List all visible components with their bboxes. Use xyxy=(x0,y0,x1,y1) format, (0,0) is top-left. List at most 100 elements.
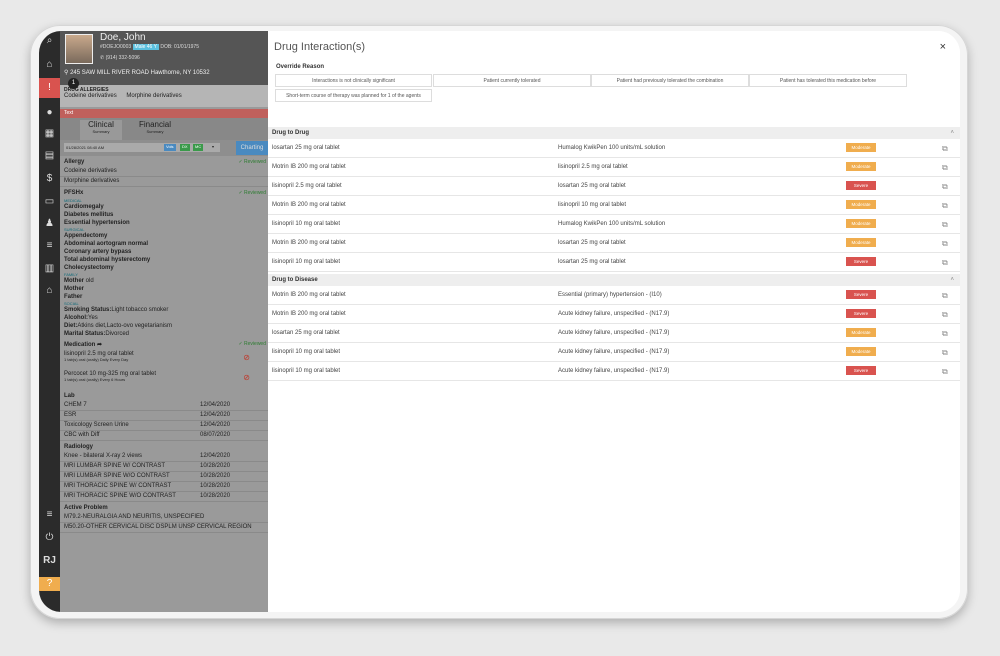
document-icon[interactable]: ▤ xyxy=(39,150,60,161)
copy-icon[interactable]: ⧉ xyxy=(942,291,948,301)
power-icon[interactable]: ⏻ xyxy=(39,532,60,543)
table-row[interactable]: MRI LUMBAR SPINE W/ CONTRAST 10/28/2020 xyxy=(60,462,268,472)
interaction-row[interactable]: lisinopril 10 mg oral tablet Humalog Kwik… xyxy=(268,215,960,234)
medication-reviewed[interactable]: ✓ Reviewed xyxy=(238,341,266,347)
user-icon[interactable]: ● xyxy=(39,107,60,118)
interaction-row[interactable]: Motrin IB 200 mg oral tablet lisinopril 1… xyxy=(268,196,960,215)
copy-icon[interactable]: ⧉ xyxy=(942,201,948,211)
discontinue-icon[interactable]: ⊘ xyxy=(243,353,250,362)
list-item: Father xyxy=(60,293,268,301)
vols-button[interactable]: Vols xyxy=(164,144,176,151)
collapse-icon[interactable]: ˄ xyxy=(950,127,954,139)
lab-date: 12/04/2020 xyxy=(200,402,231,408)
list-item: Diet:Atkins diet,Lacto-ovo vegetarianism xyxy=(60,322,268,330)
discontinue-icon[interactable]: ⊘ xyxy=(243,373,250,382)
dx-button[interactable]: DX xyxy=(180,144,190,151)
alert-icon[interactable]: ! xyxy=(39,78,60,98)
notification-badge: 1 xyxy=(68,78,79,89)
alert-bar[interactable]: Text xyxy=(60,109,268,118)
menu-icon[interactable]: ≡ xyxy=(39,509,60,520)
list-icon[interactable]: ≡ xyxy=(39,240,60,251)
table-row[interactable]: Knee - bilateral X-ray 2 views 12/04/2020 xyxy=(60,452,268,462)
help-icon[interactable]: ? xyxy=(39,577,60,591)
table-row[interactable]: CBC with Diff 08/07/2020 xyxy=(60,431,268,441)
patient-address: ⚲ 245 SAW MILL RIVER ROAD Hawthorne, NY … xyxy=(64,69,210,76)
mc-button[interactable]: MC xyxy=(193,144,204,151)
list-item: Marital Status:Divorced xyxy=(60,330,268,338)
user-initials[interactable]: RJ xyxy=(39,555,60,566)
calendar-icon[interactable]: ▦ xyxy=(39,128,60,139)
interaction-row[interactable]: Motrin IB 200 mg oral tablet Essential (p… xyxy=(268,286,960,305)
table-row[interactable]: Toxicology Screen Urine 12/04/2020 xyxy=(60,421,268,431)
share-icon[interactable]: ➦ xyxy=(95,342,102,348)
medication-item[interactable]: lisinopril 2.5 mg oral tablet 1 tab(s) or… xyxy=(60,350,268,370)
charting-button[interactable]: Charting xyxy=(236,141,268,155)
tab-financial-summary[interactable]: Financial Summary xyxy=(132,120,178,134)
list-item: Smoking Status:Light tobacco smoker xyxy=(60,306,268,314)
close-icon[interactable]: × xyxy=(940,41,946,53)
building-icon[interactable]: ⌂ xyxy=(39,285,60,296)
copy-icon[interactable]: ⧉ xyxy=(942,329,948,339)
interaction-row[interactable]: lisinopril 2.5 mg oral tablet losartan 25… xyxy=(268,177,960,196)
interaction-row[interactable]: lisinopril 10 mg oral tablet Acute kidney… xyxy=(268,343,960,362)
interaction-row[interactable]: losartan 25 mg oral tablet Humalog KwikPe… xyxy=(268,139,960,158)
tab-clinical-summary[interactable]: Clinical Summary xyxy=(80,120,122,140)
radiology-name: MRI LUMBAR SPINE W/O CONTRAST xyxy=(64,473,170,479)
tab-clinical-label: Clinical xyxy=(88,120,114,129)
copy-icon[interactable]: ⧉ xyxy=(942,310,948,320)
family-relation: Mother xyxy=(64,278,84,284)
copy-icon[interactable]: ⧉ xyxy=(942,220,948,230)
copy-icon[interactable]: ⧉ xyxy=(942,239,948,249)
copy-icon[interactable]: ⧉ xyxy=(942,367,948,377)
radiology-date: 10/28/2020 xyxy=(200,463,231,469)
person-icon[interactable]: ♟ xyxy=(39,218,60,229)
pfsh-section-title: PFSHx ✓ Reviewed xyxy=(60,187,268,198)
list-item: Diabetes mellitus xyxy=(64,212,114,218)
copy-icon[interactable]: ⧉ xyxy=(942,163,948,173)
family-relation: Father xyxy=(64,294,83,300)
override-option[interactable]: Short-term course of therapy was planned… xyxy=(275,89,432,102)
interaction-row[interactable]: Motrin IB 200 mg oral tablet losartan 25 … xyxy=(268,234,960,253)
override-option[interactable]: Interactions is not clinically significa… xyxy=(275,74,432,87)
pfsh-reviewed[interactable]: ✓ Reviewed xyxy=(238,190,266,196)
interaction-drug: lisinopril 10 mg oral tablet xyxy=(272,221,341,227)
list-item[interactable]: M79.2-NEURALGIA AND NEURITIS, UNSPECIFIE… xyxy=(60,513,268,523)
pfsh-title: PFSHx xyxy=(64,190,84,196)
copy-icon[interactable]: ⧉ xyxy=(942,348,948,358)
chat-icon[interactable]: ▭ xyxy=(39,196,60,207)
interaction-target: lisinopril 10 mg oral tablet xyxy=(558,202,627,208)
chevron-down-icon[interactable]: ▾ xyxy=(210,144,216,151)
search-icon[interactable]: ⌕ xyxy=(39,35,60,46)
copy-icon[interactable]: ⧉ xyxy=(942,182,948,192)
interaction-row[interactable]: lisinopril 10 mg oral tablet losartan 25 … xyxy=(268,253,960,272)
report-icon[interactable]: ▥ xyxy=(39,263,60,274)
table-row[interactable]: ESR 12/04/2020 xyxy=(60,411,268,421)
social-key: Smoking Status: xyxy=(64,307,112,313)
drug-interaction-modal: Drug Interaction(s) × Override Reason In… xyxy=(268,31,960,612)
radiology-date: 12/04/2020 xyxy=(200,453,231,459)
override-option[interactable]: Patient has tolerated this medication be… xyxy=(749,74,907,87)
social-value: Divorced xyxy=(105,331,130,337)
table-row[interactable]: CHEM 7 12/04/2020 xyxy=(60,401,268,411)
table-row[interactable]: MRI THORACIC SPINE W/ CONTRAST 10/28/2020 xyxy=(60,482,268,492)
override-option[interactable]: Patient currently tolerated xyxy=(433,74,591,87)
table-row[interactable]: MRI LUMBAR SPINE W/O CONTRAST 10/28/2020 xyxy=(60,472,268,482)
home-icon[interactable]: ⌂ xyxy=(39,59,60,70)
copy-icon[interactable]: ⧉ xyxy=(942,258,948,268)
lab-name: Toxicology Screen Urine xyxy=(64,422,129,428)
dollar-icon[interactable]: $ xyxy=(39,173,60,184)
interaction-row[interactable]: lisinopril 10 mg oral tablet Acute kidney… xyxy=(268,362,960,381)
table-row[interactable]: MRI THORACIC SPINE W/O CONTRAST 10/28/202… xyxy=(60,492,268,502)
collapse-icon[interactable]: ˄ xyxy=(950,274,954,286)
list-item[interactable]: M50.20-OTHER CERVICAL DISC DSPLM UNSP CE… xyxy=(60,523,268,533)
medication-item[interactable]: Percocet 10 mg-325 mg oral tablet 1 tab(s… xyxy=(60,370,268,390)
patient-phone: ✆ (914) 332-5096 xyxy=(100,55,140,61)
interaction-row[interactable]: losartan 25 mg oral tablet Acute kidney f… xyxy=(268,324,960,343)
allergy-reviewed[interactable]: ✓ Reviewed xyxy=(238,159,266,165)
interaction-row[interactable]: Motrin IB 200 mg oral tablet lisinopril 2… xyxy=(268,158,960,177)
radiology-name: Knee - bilateral X-ray 2 views xyxy=(64,453,143,459)
copy-icon[interactable]: ⧉ xyxy=(942,144,948,154)
social-value: Atkins diet,Lacto-ovo vegetarianism xyxy=(77,323,173,329)
interaction-row[interactable]: Motrin IB 200 mg oral tablet Acute kidney… xyxy=(268,305,960,324)
override-option[interactable]: Patient had previously tolerated the com… xyxy=(591,74,749,87)
